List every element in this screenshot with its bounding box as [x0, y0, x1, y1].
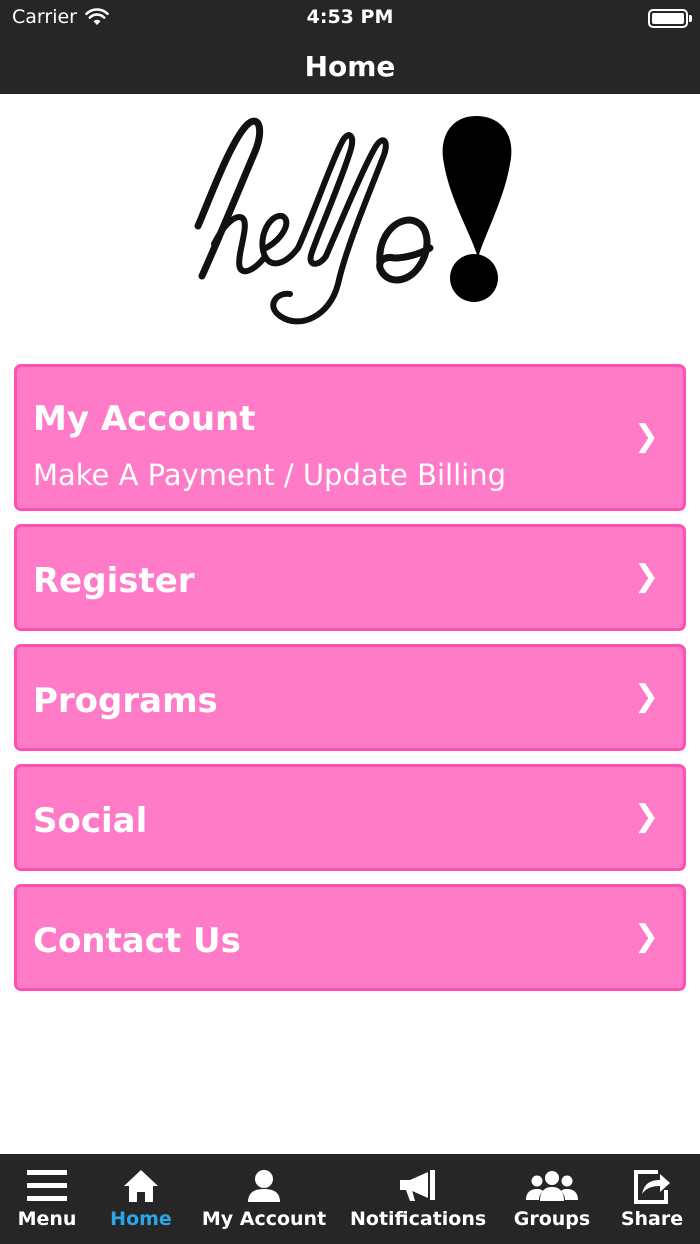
hello-logo [194, 116, 512, 325]
tab-label: Home [110, 1208, 172, 1230]
chevron-right-icon: ❯ [633, 419, 659, 454]
menu-item-subtitle: Make A Payment / Update Billing [33, 458, 506, 492]
tab-label: Menu [17, 1208, 77, 1230]
menu-item-contact-us[interactable]: Contact Us ❯ [14, 884, 686, 991]
menu-item-label: Programs [33, 681, 218, 721]
menu-item-my-account[interactable]: My Account Make A Payment / Update Billi… [14, 364, 686, 511]
chevron-right-icon: ❯ [633, 799, 659, 834]
menu-item-label: Contact Us [33, 921, 241, 961]
tab-notifications[interactable]: Notifications [350, 1154, 486, 1244]
menu-item-label: My Account [33, 399, 256, 439]
groups-icon [526, 1171, 578, 1201]
megaphone-icon [400, 1170, 435, 1201]
tab-share[interactable]: Share [606, 1154, 698, 1244]
user-icon [248, 1170, 280, 1202]
battery-icon [648, 9, 692, 28]
status-bar: Carrier 4:53 PM [0, 0, 700, 40]
chevron-right-icon: ❯ [633, 919, 659, 954]
menu-item-register[interactable]: Register ❯ [14, 524, 686, 631]
menu-item-programs[interactable]: Programs ❯ [14, 644, 686, 751]
tab-label: Groups [513, 1208, 591, 1230]
menu-item-social[interactable]: Social ❯ [14, 764, 686, 871]
status-time: 4:53 PM [306, 6, 394, 28]
home-icon [124, 1170, 158, 1202]
tab-my-account[interactable]: My Account [198, 1154, 330, 1244]
tab-label: My Account [201, 1208, 327, 1230]
share-icon [634, 1170, 670, 1204]
tab-label: Share [620, 1208, 684, 1230]
hamburger-icon [27, 1170, 67, 1201]
tab-bar: Menu Home My Account Notifications Group… [0, 1154, 700, 1244]
tab-label: Notifications [350, 1208, 487, 1230]
nav-bar: Home [0, 40, 700, 94]
tab-groups[interactable]: Groups [506, 1154, 598, 1244]
menu-item-label: Register [33, 561, 195, 601]
menu-list: My Account Make A Payment / Update Billi… [14, 364, 686, 1004]
chevron-right-icon: ❯ [633, 679, 659, 714]
chevron-right-icon: ❯ [633, 559, 659, 594]
tab-menu[interactable]: Menu [0, 1154, 94, 1244]
page-title: Home [304, 50, 396, 83]
tab-home[interactable]: Home [94, 1154, 188, 1244]
menu-item-label: Social [33, 801, 148, 841]
